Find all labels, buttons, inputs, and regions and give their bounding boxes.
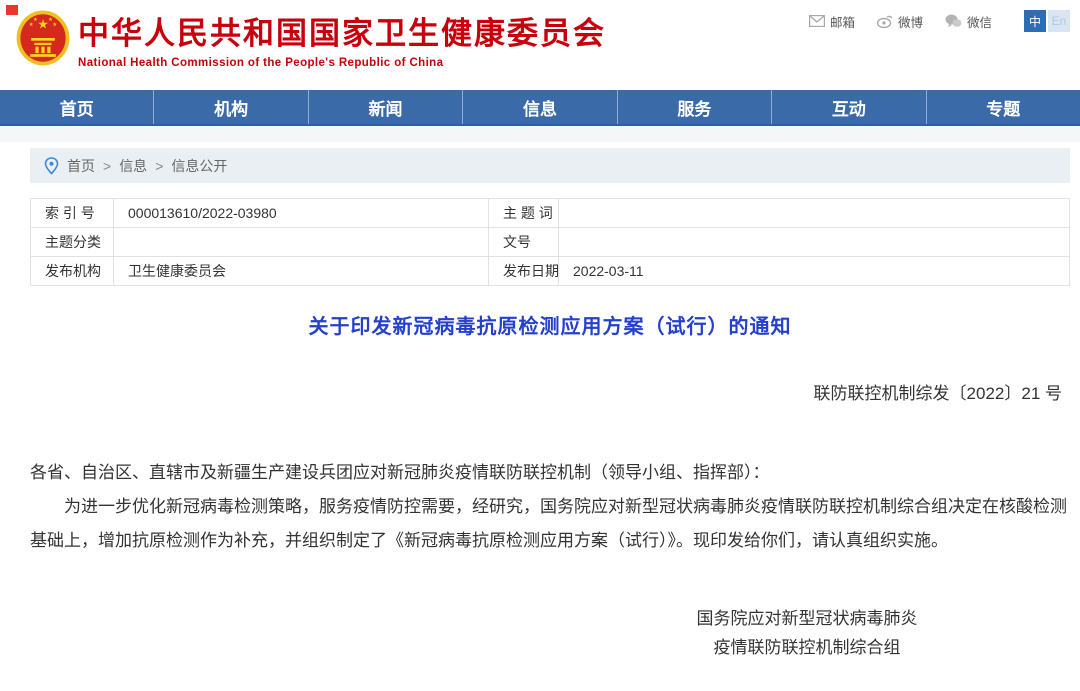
svg-text:★: ★: [37, 16, 49, 31]
wechat-link-label: 微信: [967, 12, 992, 31]
breadcrumb: 首页 > 信息 > 信息公开: [30, 148, 1070, 183]
article-paragraph-main: 为进一步优化新冠病毒检测策略，服务疫情防控需要，经研究，国务院应对新型冠状病毒肺…: [30, 490, 1070, 558]
location-pin-icon: [44, 157, 59, 175]
meta-label-index-number: 索 引 号: [31, 199, 114, 228]
svg-text:★: ★: [48, 17, 53, 23]
meta-value-publish-date: 2022-03-11: [559, 257, 1070, 286]
article-body: 各省、自治区、直辖市及新疆生产建设兵团应对新冠肺炎疫情联防联控机制（领导小组、指…: [30, 456, 1070, 558]
meta-value-index-number: 000013610/2022-03980: [114, 199, 489, 228]
nav-item-home[interactable]: 首页: [0, 90, 154, 124]
table-row: 索 引 号 000013610/2022-03980 主 题 词: [31, 199, 1070, 228]
national-emblem-icon: ★ ★ ★ ★ ★: [16, 10, 70, 66]
site-brand: 中华人民共和国国家卫生健康委员会 National Health Commiss…: [78, 16, 606, 69]
nav-item-news[interactable]: 新闻: [309, 90, 463, 124]
meta-value-topic-category: [114, 228, 489, 257]
subnav-band: [0, 126, 1080, 142]
breadcrumb-separator: >: [103, 158, 111, 174]
breadcrumb-information[interactable]: 信息: [119, 156, 147, 176]
mail-icon: [809, 15, 825, 27]
nav-item-organization[interactable]: 机构: [154, 90, 308, 124]
signature-block: 国务院应对新型冠状病毒肺炎 疫情联防联控机制综合组: [642, 604, 972, 662]
nav-item-information[interactable]: 信息: [463, 90, 617, 124]
wechat-icon: [945, 14, 962, 28]
site-title-cn: 中华人民共和国国家卫生健康委员会: [78, 16, 606, 52]
meta-label-subject-words: 主 题 词: [489, 199, 559, 228]
signature-line-2: 疫情联防联控机制综合组: [642, 633, 972, 662]
document-number: 联防联控机制综发〔2022〕21 号: [30, 379, 1070, 404]
language-switcher: 中 En: [1024, 10, 1070, 32]
meta-label-topic-category: 主题分类: [31, 228, 114, 257]
national-emblem-logo: ★ ★ ★ ★ ★: [16, 10, 70, 71]
breadcrumb-separator: >: [155, 158, 163, 174]
nav-item-services[interactable]: 服务: [618, 90, 772, 124]
content-area: 首页 > 信息 > 信息公开 索 引 号 000013610/2022-0398…: [30, 148, 1070, 662]
meta-label-issuing-agency: 发布机构: [31, 257, 114, 286]
breadcrumb-info-disclosure[interactable]: 信息公开: [171, 156, 227, 176]
wechat-link[interactable]: 微信: [945, 12, 992, 31]
meta-value-subject-words: [559, 199, 1070, 228]
breadcrumb-home[interactable]: 首页: [67, 156, 95, 176]
svg-text:★: ★: [29, 22, 34, 28]
meta-label-publish-date: 发布日期: [489, 257, 559, 286]
meta-value-doc-symbol: [559, 228, 1070, 257]
article-paragraph-salutation: 各省、自治区、直辖市及新疆生产建设兵团应对新冠肺炎疫情联防联控机制（领导小组、指…: [30, 456, 1070, 490]
site-header: ★ ★ ★ ★ ★ 中华人民共和国国家卫生健康委员会 National Heal…: [0, 0, 1080, 90]
header-utility-links: 邮箱 微博 微信 中 En: [809, 10, 1070, 32]
mail-link-label: 邮箱: [830, 12, 855, 31]
weibo-link-label: 微博: [898, 12, 923, 31]
svg-text:★: ★: [33, 17, 38, 23]
table-row: 主题分类 文号: [31, 228, 1070, 257]
meta-value-issuing-agency: 卫生健康委员会: [114, 257, 489, 286]
article: 关于印发新冠病毒抗原检测应用方案（试行）的通知 联防联控机制综发〔2022〕21…: [30, 310, 1070, 662]
site-title-en: National Health Commission of the People…: [78, 57, 606, 69]
lang-chinese-button[interactable]: 中: [1024, 10, 1046, 32]
nav-item-interaction[interactable]: 互动: [772, 90, 926, 124]
svg-text:★: ★: [52, 22, 57, 28]
lang-english-button[interactable]: En: [1048, 10, 1070, 32]
mail-link[interactable]: 邮箱: [809, 12, 855, 31]
meta-label-doc-symbol: 文号: [489, 228, 559, 257]
document-meta-table: 索 引 号 000013610/2022-03980 主 题 词 主题分类 文号…: [30, 198, 1070, 286]
article-title: 关于印发新冠病毒抗原检测应用方案（试行）的通知: [30, 310, 1070, 339]
main-nav: 首页 机构 新闻 信息 服务 互动 专题: [0, 90, 1080, 126]
nav-item-topics[interactable]: 专题: [927, 90, 1080, 124]
weibo-link[interactable]: 微博: [877, 12, 923, 31]
weibo-icon: [877, 14, 893, 28]
signature-line-1: 国务院应对新型冠状病毒肺炎: [642, 604, 972, 633]
table-row: 发布机构 卫生健康委员会 发布日期 2022-03-11: [31, 257, 1070, 286]
